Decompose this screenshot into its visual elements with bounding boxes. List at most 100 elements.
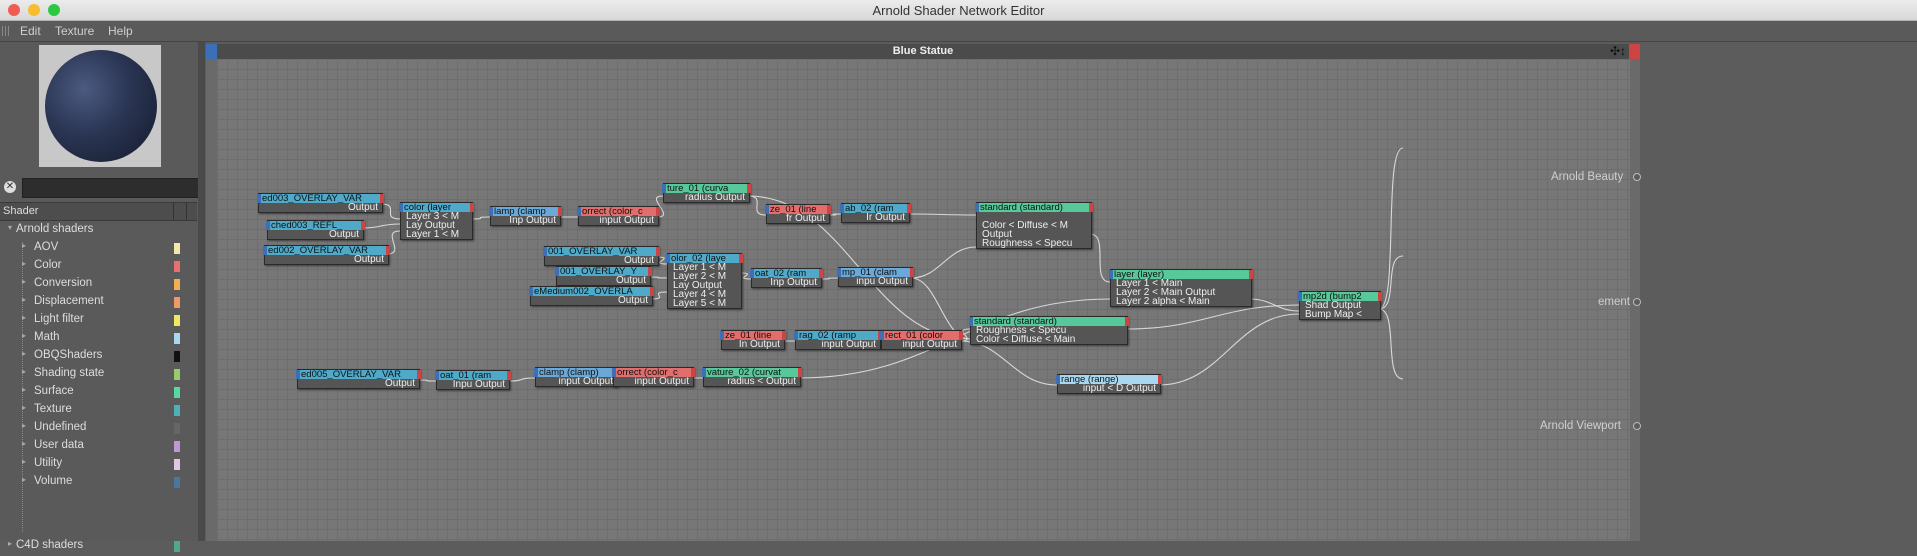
arnold-viewport-port[interactable] <box>1633 422 1641 430</box>
shader-category-displacement[interactable]: ▸ Displacement <box>22 294 197 312</box>
shader-node-standard2[interactable]: standard (standard) Roughness < Specu Colo… <box>969 316 1129 345</box>
node-output-pin[interactable] <box>798 368 802 377</box>
node-output-pin[interactable] <box>747 184 751 193</box>
node-port[interactable]: Shad Output <box>1300 301 1380 310</box>
shader-node-color-layer[interactable]: color (layer Layer 3 < M Lay Output Layer 1… <box>399 202 474 240</box>
arnold-beauty-port[interactable] <box>1633 173 1641 181</box>
node-collapse-pin[interactable] <box>969 317 973 326</box>
node-output-pin[interactable] <box>827 205 831 214</box>
node-output-pin[interactable] <box>782 331 786 340</box>
node-collapse-pin[interactable] <box>534 368 538 377</box>
search-input[interactable] <box>22 178 201 198</box>
node-output-pin[interactable] <box>417 370 421 379</box>
shader-category-surface[interactable]: ▸ Surface <box>22 384 197 402</box>
shader-node-ramp01[interactable]: mp_01 (clam inpu Output <box>837 267 914 287</box>
node-collapse-pin[interactable] <box>612 368 616 377</box>
node-port[interactable]: inpu Output <box>839 277 912 286</box>
node-collapse-pin[interactable] <box>1298 292 1302 301</box>
menu-grip-icon[interactable] <box>2 26 10 36</box>
shader-category-undefined[interactable]: ▸ Undefined <box>22 420 197 438</box>
node-collapse-pin[interactable] <box>720 331 724 340</box>
node-port[interactable]: input Output <box>579 216 658 225</box>
node-output-pin[interactable] <box>691 368 695 377</box>
node-port[interactable]: In Output <box>722 340 784 349</box>
node-collapse-pin[interactable] <box>662 184 666 193</box>
shader-node-ov001[interactable]: 001_OVERLAY_VAR Output <box>543 246 660 266</box>
node-collapse-pin[interactable] <box>975 203 979 212</box>
node-collapse-pin[interactable] <box>543 247 547 256</box>
node-port[interactable]: Output <box>268 230 363 239</box>
shader-category-texture[interactable]: ▸ Texture <box>22 402 197 420</box>
node-port[interactable]: radius Output <box>664 193 749 202</box>
node-port[interactable]: Layer 2 < M <box>668 272 741 281</box>
node-collapse-pin[interactable] <box>750 269 754 278</box>
menu-edit[interactable]: Edit <box>20 24 41 38</box>
node-output-pin[interactable] <box>910 268 914 277</box>
node-port[interactable]: Output <box>545 256 658 265</box>
node-port[interactable]: input Output <box>536 377 617 386</box>
pan-zoom-icon[interactable]: ✣↕ <box>1610 44 1626 58</box>
shader-category-obqshaders[interactable]: ▸ OBQShaders <box>22 348 197 366</box>
shader-category-user-data[interactable]: ▸ User data <box>22 438 197 456</box>
node-port[interactable]: Layer 4 < M <box>668 290 741 299</box>
node-output-pin[interactable] <box>648 267 652 276</box>
shader-node-curve01[interactable]: ture_01 (curva radius Output <box>662 183 751 203</box>
shader-node-color02[interactable]: olor_02 (laye Layer 1 < M Layer 2 < M Lay O… <box>666 253 743 309</box>
expand-arrow-icon[interactable]: ▸ <box>22 367 26 376</box>
expand-arrow-icon[interactable]: ▸ <box>22 385 26 394</box>
node-collapse-pin[interactable] <box>263 246 267 255</box>
node-port[interactable]: Inpu Output <box>437 380 509 389</box>
shader-node-correct1[interactable]: orrect (color_c input Output <box>577 206 660 226</box>
node-collapse-pin[interactable] <box>765 205 769 214</box>
node-port[interactable]: Layer 1 < M <box>668 263 741 272</box>
shader-node-ovmedium[interactable]: eMedium002_OVERLA Output <box>529 286 654 306</box>
node-output-pin[interactable] <box>1249 270 1253 279</box>
node-port[interactable]: Output <box>531 296 652 305</box>
shader-category-arnold-shaders[interactable]: ▾ Arnold shaders <box>8 222 197 240</box>
expand-arrow-icon[interactable]: ▾ <box>8 223 12 232</box>
shader-node-fresnel01[interactable]: ze_01 (line fr Output <box>765 204 831 224</box>
node-collapse-pin[interactable] <box>266 221 270 230</box>
node-port[interactable]: Layer 3 < M <box>401 212 472 221</box>
node-port[interactable]: Output <box>557 276 650 285</box>
node-collapse-pin[interactable] <box>666 254 670 263</box>
node-output-pin[interactable] <box>386 246 390 255</box>
node-port[interactable]: input < D Output <box>1058 384 1160 393</box>
shader-column-header[interactable]: Shader <box>0 202 197 221</box>
shader-node-curve02[interactable]: vature_02 (curvat radius < Output <box>702 367 802 387</box>
expand-arrow-icon[interactable]: ▸ <box>22 277 26 286</box>
node-port[interactable]: input Output <box>614 377 693 386</box>
shader-node-layer-main[interactable]: layer (layer) Layer 1 < Main Layer 2 < Mai… <box>1109 269 1253 307</box>
node-output-pin[interactable] <box>1125 317 1129 326</box>
shader-node-ov001b[interactable]: 001_OVERLAY_Y Output <box>555 266 652 286</box>
node-collapse-pin[interactable] <box>257 194 261 203</box>
shader-node-ramp02[interactable]: ab_02 (ram Ir Output <box>840 203 911 223</box>
node-port[interactable]: Output <box>977 230 1091 239</box>
expand-arrow-icon[interactable]: ▸ <box>8 539 12 548</box>
shader-node-ramp01b[interactable]: oat_01 (ram Inpu Output <box>435 370 511 390</box>
node-port[interactable]: Inp Output <box>752 278 821 287</box>
shader-node-standard1[interactable]: standard (standard) Color < Diffuse < M Ou… <box>975 202 1093 249</box>
node-output-pin[interactable] <box>507 371 511 380</box>
node-port[interactable]: Lay Output <box>401 221 472 230</box>
node-output-pin[interactable] <box>819 269 823 278</box>
expand-arrow-icon[interactable]: ▸ <box>22 421 26 430</box>
node-collapse-pin[interactable] <box>555 267 559 276</box>
shader-node-ov005[interactable]: ed005_OVERLAY_VAR Output <box>296 369 421 389</box>
node-port[interactable]: Roughness < Specu <box>977 239 1091 248</box>
node-port[interactable]: Ir Output <box>842 213 909 222</box>
shader-node-correct2[interactable]: orrect (color_c input Output <box>612 367 695 387</box>
node-output-pin[interactable] <box>380 194 384 203</box>
shader-category-math[interactable]: ▸ Math <box>22 330 197 348</box>
shader-category-light-filter[interactable]: ▸ Light filter <box>22 312 197 330</box>
node-collapse-pin[interactable] <box>1056 375 1060 384</box>
shader-category-volume[interactable]: ▸ Volume <box>22 474 197 492</box>
expand-arrow-icon[interactable]: ▸ <box>22 259 26 268</box>
node-port[interactable]: Bump Map < <box>1300 310 1380 319</box>
node-port[interactable]: Color < Diffuse < Main <box>971 335 1127 344</box>
expand-arrow-icon[interactable]: ▸ <box>22 349 26 358</box>
shader-node-bump2d[interactable]: mp2d (bump2 Shad Output Bump Map < <box>1298 291 1382 320</box>
shader-node-float02[interactable]: oat_02 (ram Inp Output <box>750 268 823 288</box>
node-collapse-pin[interactable] <box>435 371 439 380</box>
shader-category-utility[interactable]: ▸ Utility <box>22 456 197 474</box>
